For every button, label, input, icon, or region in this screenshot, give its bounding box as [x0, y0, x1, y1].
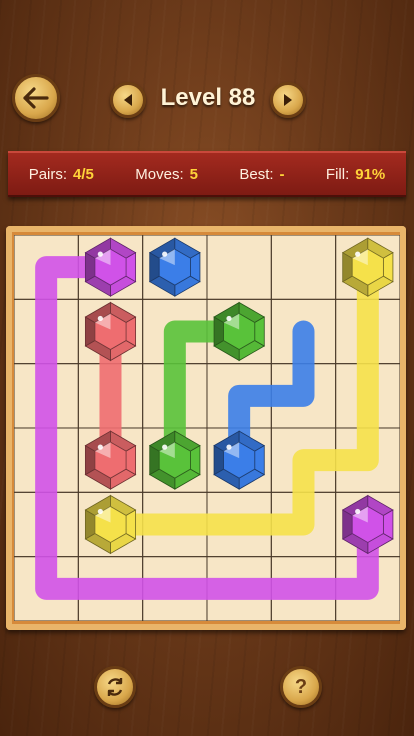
back-button[interactable]: [12, 74, 60, 122]
help-icon: ?: [294, 675, 308, 698]
triangle-left-icon: [124, 94, 132, 106]
best-label: Best:: [239, 165, 274, 183]
restart-icon: [107, 678, 123, 696]
moves-value: 5: [189, 165, 198, 183]
restart-button[interactable]: [94, 666, 136, 708]
arrow-left-icon: [23, 87, 49, 109]
fill-value: 91%: [355, 165, 386, 183]
level-title: Level 88: [160, 84, 256, 111]
pairs-label: Pairs:: [28, 165, 68, 183]
pairs-stat: Pairs: 4/5: [29, 166, 94, 183]
best-stat: Best: -: [239, 166, 284, 183]
best-value: -: [279, 165, 285, 183]
fill-stat: Fill: 91%: [326, 166, 385, 183]
triangle-right-icon: [284, 94, 292, 106]
fill-label: Fill:: [325, 165, 350, 183]
stats-bar: Pairs: 4/5 Moves: 5 Best: - Fill: 91%: [8, 151, 406, 197]
next-level-button[interactable]: [270, 82, 306, 118]
moves-stat: Moves: 5: [135, 166, 198, 183]
moves-label: Moves:: [135, 165, 184, 183]
game-board[interactable]: [14, 235, 400, 621]
pairs-value: 4/5: [73, 165, 94, 183]
previous-level-button[interactable]: [110, 82, 146, 118]
help-button[interactable]: ?: [280, 666, 322, 708]
